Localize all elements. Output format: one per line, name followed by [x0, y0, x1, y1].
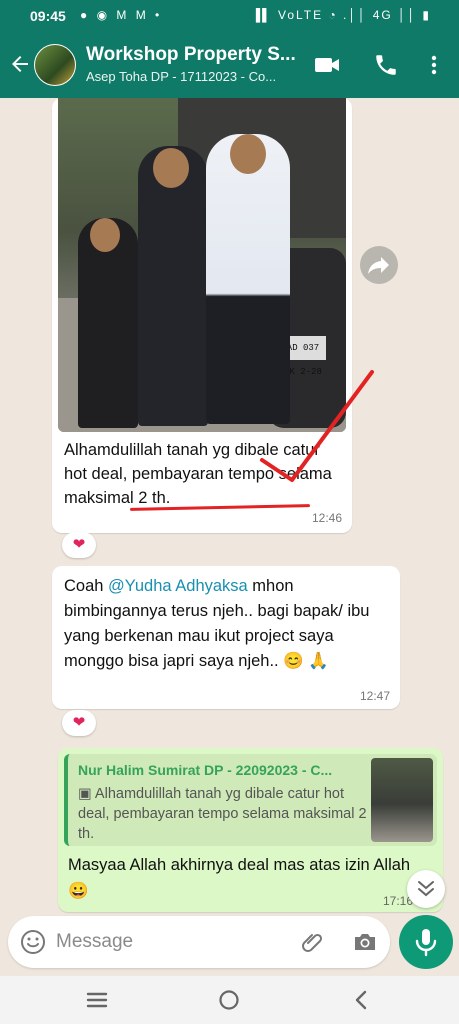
forward-icon: [368, 257, 389, 274]
group-avatar[interactable]: [34, 44, 76, 86]
message-composer: [8, 916, 390, 968]
system-navigation-bar: [0, 976, 459, 1024]
chevron-down-icon: [418, 881, 434, 897]
photo-head-right: [230, 134, 266, 174]
photo-head-child: [90, 218, 120, 252]
message-time: 12:47: [359, 689, 390, 703]
group-title[interactable]: Workshop Property S...: [86, 44, 301, 66]
quoted-photo-thumbnail: [371, 758, 433, 842]
attach-icon[interactable]: [300, 929, 326, 955]
message-text: Coah @Yudha Adhyaksa mhon bimbingannya t…: [64, 574, 394, 674]
more-options-icon[interactable]: [420, 52, 448, 78]
nav-recents-icon[interactable]: [86, 990, 108, 1010]
phone-call-icon[interactable]: [372, 52, 400, 78]
nav-back-icon[interactable]: [352, 989, 370, 1011]
status-time: 09:45: [30, 8, 66, 24]
nav-home-icon[interactable]: [218, 989, 240, 1011]
text-message[interactable]: Coah @Yudha Adhyaksa mhon bimbingannya t…: [52, 566, 400, 709]
message-time: 12:46: [311, 511, 342, 525]
scroll-to-bottom-button[interactable]: [407, 870, 445, 908]
mic-button[interactable]: [399, 915, 453, 969]
chat-area[interactable]: AD 037 AK 2-28 Alhamdulillah tanah yg di…: [0, 98, 459, 918]
heart-reaction[interactable]: ❤: [62, 532, 96, 558]
mention-link[interactable]: @Yudha Adhyaksa: [108, 577, 248, 595]
emoji-icon[interactable]: [20, 929, 46, 955]
group-subtitle[interactable]: Asep Toha DP - 17112023 - Co...: [86, 69, 301, 84]
quoted-text: ▣ Alhamdulillah tanah yg dibale catur ho…: [78, 786, 367, 842]
red-checkmark-annotation: [260, 370, 374, 482]
heart-reaction[interactable]: ❤: [62, 710, 96, 736]
camera-icon[interactable]: [352, 929, 378, 955]
system-status-icons: ▐▌ VoLTE ◔ .││ 4G ││ ▮: [251, 8, 431, 22]
photo-person-center: [138, 146, 208, 426]
chat-header: Workshop Property S... Asep Toha DP - 17…: [0, 34, 459, 98]
message-text: Masyaa Allah akhirnya deal mas atas izin…: [68, 856, 411, 900]
quoted-sender: Nur Halim Sumirat DP - 22092023 - C...: [78, 762, 333, 778]
reply-message[interactable]: Nur Halim Sumirat DP - 22092023 - C... ▣…: [58, 748, 443, 912]
notification-icons: ● ◉ M M •: [80, 8, 163, 22]
message-input[interactable]: [56, 928, 286, 956]
back-arrow-icon[interactable]: [8, 52, 32, 76]
forward-button[interactable]: [360, 246, 398, 284]
video-call-icon[interactable]: [313, 52, 341, 78]
mic-icon: [415, 929, 437, 957]
photo-head-center: [153, 148, 189, 188]
status-bar: 09:45 ● ◉ M M • ▐▌ VoLTE ◔ .││ 4G ││ ▮: [0, 0, 459, 34]
message-text-prefix: Coah: [64, 577, 109, 595]
quoted-message[interactable]: Nur Halim Sumirat DP - 22092023 - C... ▣…: [64, 754, 437, 846]
